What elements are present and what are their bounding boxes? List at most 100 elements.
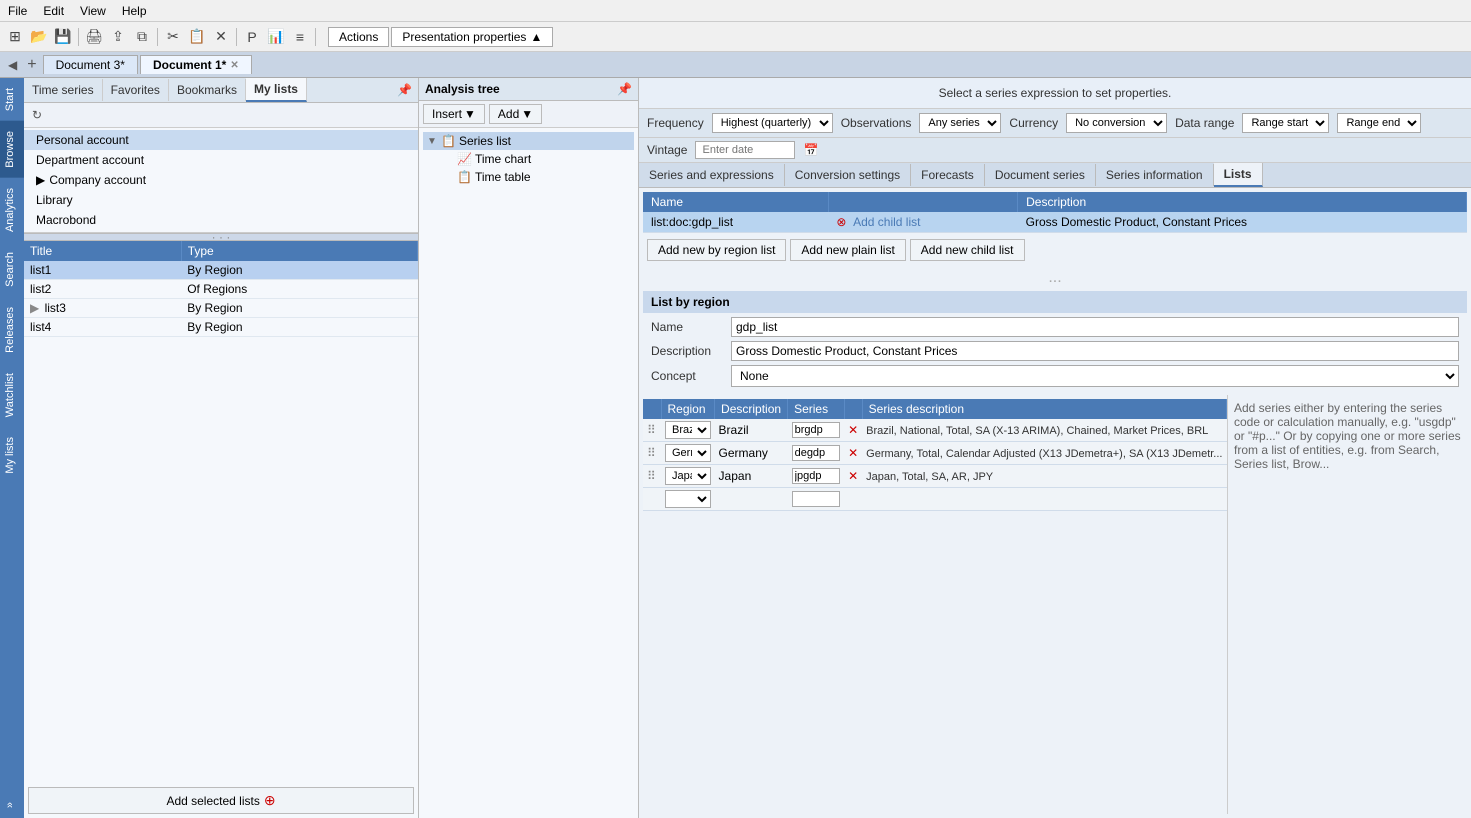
toolbar-paste[interactable]: 📋 xyxy=(186,26,208,48)
form-desc-input[interactable] xyxy=(731,341,1459,361)
region-select-0[interactable]: Brazil xyxy=(665,421,711,439)
sub-tab-conversion[interactable]: Conversion settings xyxy=(785,164,911,186)
tab-left-arrow[interactable]: ◀ xyxy=(4,56,21,74)
sub-tab-series-info[interactable]: Series information xyxy=(1096,164,1214,186)
form-name-input[interactable] xyxy=(731,317,1459,337)
observations-select[interactable]: Any series Final All xyxy=(919,113,1001,133)
tree-node-time-table[interactable]: 📋 Time table xyxy=(423,168,634,186)
clear-icon-2[interactable]: ✕ xyxy=(848,469,858,483)
insert-button[interactable]: Insert ▼ xyxy=(423,104,485,124)
nav-expand[interactable]: » xyxy=(0,792,24,818)
list-header-row-0[interactable]: list:doc:gdp_list ⊗ Add child list Gross… xyxy=(643,212,1467,233)
list-row-1[interactable]: list2 Of Regions xyxy=(24,280,418,299)
tab-my-lists[interactable]: My lists xyxy=(246,78,307,102)
series-clear-1[interactable]: ✕ xyxy=(844,442,862,465)
menu-file[interactable]: File xyxy=(4,3,31,19)
toolbar-chart[interactable]: 📊 xyxy=(265,26,287,48)
series-code-0[interactable] xyxy=(792,422,841,438)
toolbar-cut[interactable]: ✂ xyxy=(162,26,184,48)
region-cell-1[interactable]: Germany xyxy=(661,442,715,465)
clear-icon-1[interactable]: ✕ xyxy=(848,446,858,460)
tab-new[interactable]: + xyxy=(21,54,42,76)
account-department[interactable]: Department account xyxy=(24,150,418,170)
range-start-select[interactable]: Range start xyxy=(1242,113,1329,133)
sub-tab-series[interactable]: Series and expressions xyxy=(639,164,785,186)
menu-edit[interactable]: Edit xyxy=(39,3,68,19)
add-button-mid[interactable]: Add ▼ xyxy=(489,104,542,124)
toolbar-save[interactable]: 💾 xyxy=(52,26,74,48)
nav-analytics[interactable]: Analytics xyxy=(0,178,24,242)
add-by-region-btn[interactable]: Add new by region list xyxy=(647,239,786,261)
series-input-1[interactable] xyxy=(788,442,845,465)
tab-time-series[interactable]: Time series xyxy=(24,79,103,101)
sub-tab-lists[interactable]: Lists xyxy=(1214,163,1263,187)
drag-handle-1[interactable]: ⠿ xyxy=(643,442,661,465)
series-code-empty[interactable] xyxy=(792,491,841,507)
analysis-tree-pin[interactable]: 📌 xyxy=(617,82,632,96)
toolbar-share[interactable]: ⇪ xyxy=(107,26,129,48)
doc-tab-1[interactable]: Document 1* ✕ xyxy=(140,55,252,74)
account-macrobond[interactable]: Macrobond xyxy=(24,210,418,230)
presentation-button[interactable]: Presentation properties ▲ xyxy=(391,27,553,47)
series-code-1[interactable] xyxy=(792,445,841,461)
tab-favorites[interactable]: Favorites xyxy=(103,79,169,101)
range-end-select[interactable]: Range end xyxy=(1337,113,1421,133)
clear-icon-0[interactable]: ✕ xyxy=(848,423,858,437)
tree-node-series-list[interactable]: ▼ 📋 Series list xyxy=(423,132,634,150)
vintage-input[interactable] xyxy=(695,141,795,159)
account-company[interactable]: ▶ Company account xyxy=(24,170,418,190)
account-library[interactable]: Library xyxy=(24,190,418,210)
add-child-link-0[interactable]: Add child list xyxy=(853,215,920,229)
list-row-2[interactable]: ▶ list3 By Region xyxy=(24,299,418,318)
tree-node-time-chart[interactable]: 📈 Time chart xyxy=(423,150,634,168)
refresh-btn[interactable]: ↻ xyxy=(28,106,46,124)
toolbar-print[interactable]: 🖨 xyxy=(83,26,105,48)
doc-tab-3[interactable]: Document 3* xyxy=(43,55,138,74)
sub-tab-doc-series[interactable]: Document series xyxy=(985,164,1096,186)
list-row-0[interactable]: list1 By Region xyxy=(24,261,418,280)
tab-bookmarks[interactable]: Bookmarks xyxy=(169,79,246,101)
region-select-1[interactable]: Germany xyxy=(665,444,711,462)
region-cell-empty[interactable] xyxy=(661,488,715,511)
toolbar-copy[interactable]: ⧉ xyxy=(131,26,153,48)
nav-releases[interactable]: Releases xyxy=(0,297,24,363)
account-personal[interactable]: Personal account xyxy=(24,130,418,150)
nav-watchlist[interactable]: Watchlist xyxy=(0,363,24,427)
series-clear-2[interactable]: ✕ xyxy=(844,465,862,488)
nav-browse[interactable]: Browse xyxy=(0,121,24,178)
add-child-btn[interactable]: Add new child list xyxy=(910,239,1025,261)
drag-handle-2[interactable]: ⠿ xyxy=(643,465,661,488)
list-delete-icon-0[interactable]: ⊗ xyxy=(836,215,846,229)
menu-view[interactable]: View xyxy=(76,3,110,19)
doc-tab-1-close[interactable]: ✕ xyxy=(230,60,238,71)
region-select-2[interactable]: Japan xyxy=(665,467,711,485)
drag-handle-0[interactable]: ⠿ xyxy=(643,419,661,442)
nav-search[interactable]: Search xyxy=(0,242,24,297)
series-clear-0[interactable]: ✕ xyxy=(844,419,862,442)
nav-mylists[interactable]: My lists xyxy=(0,427,24,484)
panel-divider[interactable]: · · · xyxy=(24,233,418,241)
region-cell-0[interactable]: Brazil xyxy=(661,419,715,442)
list-row-3[interactable]: list4 By Region xyxy=(24,318,418,337)
series-input-0[interactable] xyxy=(788,419,845,442)
series-input-2[interactable] xyxy=(788,465,845,488)
actions-button[interactable]: Actions xyxy=(328,27,389,47)
toolbar-delete[interactable]: ✕ xyxy=(210,26,232,48)
toolbar-open[interactable]: 📂 xyxy=(28,26,50,48)
toolbar-new[interactable]: ⊞ xyxy=(4,26,26,48)
menu-help[interactable]: Help xyxy=(118,3,151,19)
add-selected-lists-button[interactable]: Add selected lists ⊕ xyxy=(28,787,414,814)
add-plain-btn[interactable]: Add new plain list xyxy=(790,239,905,261)
toolbar-list[interactable]: ≡ xyxy=(289,26,311,48)
region-select-empty[interactable] xyxy=(665,490,711,508)
toolbar-p[interactable]: P xyxy=(241,26,263,48)
series-input-empty[interactable] xyxy=(788,488,845,511)
region-cell-2[interactable]: Japan xyxy=(661,465,715,488)
frequency-select[interactable]: Highest (quarterly) Annual Quarterly Mon… xyxy=(712,113,833,133)
nav-start[interactable]: Start xyxy=(0,78,24,121)
currency-select[interactable]: No conversion USD EUR xyxy=(1066,113,1167,133)
tab-pin[interactable]: 📌 xyxy=(391,81,418,99)
vintage-calendar-icon[interactable]: 📅 xyxy=(803,143,818,157)
sub-tab-forecasts[interactable]: Forecasts xyxy=(911,164,985,186)
form-concept-select[interactable]: None xyxy=(731,365,1459,387)
